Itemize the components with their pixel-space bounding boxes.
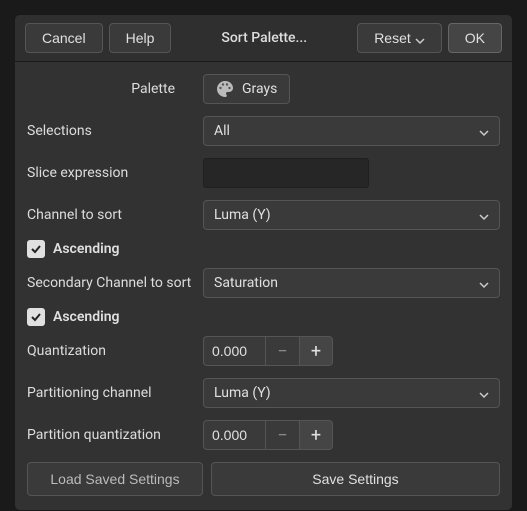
palette-icon [216,80,234,98]
partition-quantization-spinner: − + [203,420,333,450]
quantization-label: Quantization [27,343,203,359]
partition-quantization-increment[interactable]: + [299,420,333,450]
quantization-decrement[interactable]: − [265,336,299,366]
secondary-channel-select[interactable]: Saturation [203,268,500,298]
palette-label: Palette [27,81,203,97]
chevron-down-icon [479,126,489,136]
partition-quantization-decrement[interactable]: − [265,420,299,450]
help-button[interactable]: Help [109,23,172,53]
dialog-header: Cancel Help Sort Palette... Reset OK [15,15,512,62]
secondary-channel-value: Saturation [214,275,278,291]
selections-select[interactable]: All [203,116,500,146]
sort-palette-dialog: Cancel Help Sort Palette... Reset OK Pal… [14,14,513,511]
channel-to-sort-label: Channel to sort [27,207,203,223]
partitioning-channel-label: Partitioning channel [27,385,203,401]
load-saved-settings-button[interactable]: Load Saved Settings [27,462,203,496]
partition-quantization-label: Partition quantization [27,427,203,443]
partitioning-channel-value: Luma (Y) [214,385,271,401]
dialog-body: Palette Grays Sele [15,62,512,510]
quantization-increment[interactable]: + [299,336,333,366]
ascending-secondary-checkbox[interactable] [27,308,45,326]
chevron-down-icon [479,278,489,288]
slice-expression-label: Slice expression [27,165,203,181]
partitioning-channel-select[interactable]: Luma (Y) [203,378,500,408]
palette-selector[interactable]: Grays [203,74,290,104]
ascending-primary-checkbox[interactable] [27,240,45,258]
check-icon [30,243,42,255]
ok-button[interactable]: OK [448,23,502,53]
dialog-title: Sort Palette... [177,30,351,46]
save-settings-button[interactable]: Save Settings [211,462,500,496]
chevron-down-icon [479,210,489,220]
chevron-down-icon [479,388,489,398]
check-icon [30,311,42,323]
ascending-primary-label: Ascending [53,241,120,257]
ascending-secondary-label: Ascending [53,309,120,325]
footer-buttons: Load Saved Settings Save Settings [27,462,500,496]
quantization-input[interactable] [203,336,265,366]
chevron-down-icon [415,33,425,43]
cancel-button[interactable]: Cancel [25,23,103,53]
reset-label: Reset [374,30,411,46]
quantization-spinner: − + [203,336,333,366]
palette-value: Grays [242,81,277,97]
channel-to-sort-value: Luma (Y) [214,207,271,223]
channel-to-sort-select[interactable]: Luma (Y) [203,200,500,230]
secondary-channel-label: Secondary Channel to sort [27,275,203,291]
selections-value: All [214,123,230,139]
slice-expression-input[interactable] [203,158,369,188]
reset-button[interactable]: Reset [357,23,442,53]
partition-quantization-input[interactable] [203,420,265,450]
selections-label: Selections [27,123,203,139]
